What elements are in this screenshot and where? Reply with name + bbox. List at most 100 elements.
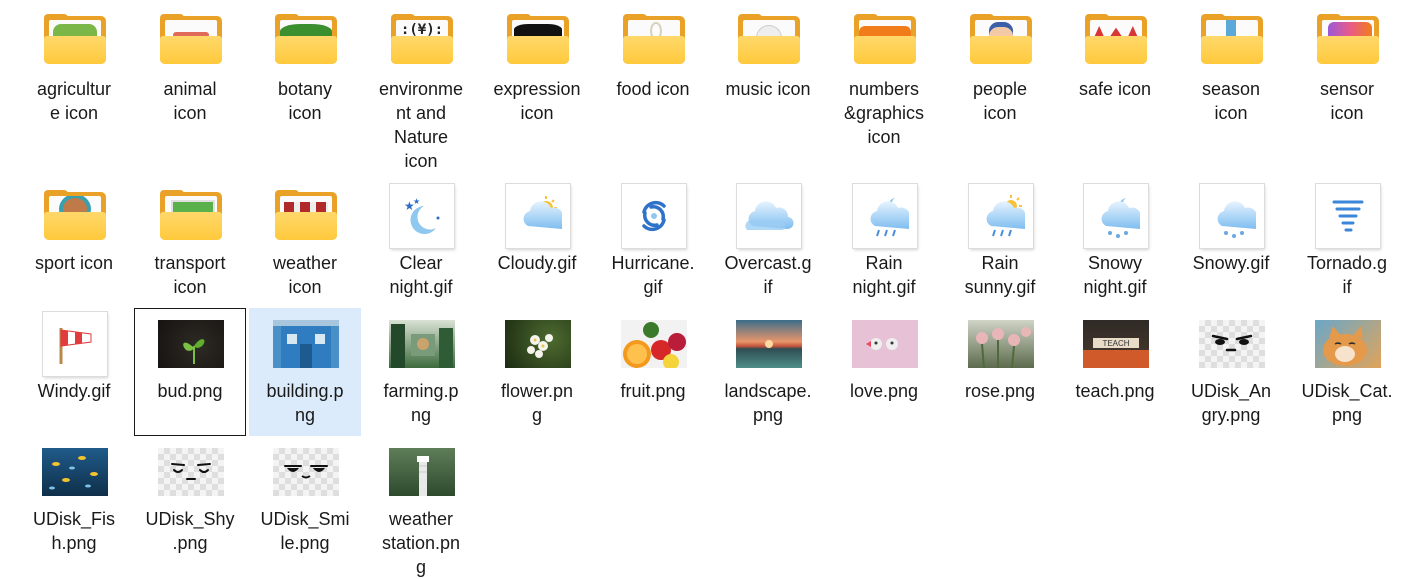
folder-icon: [1313, 7, 1383, 73]
file-item[interactable]: Snowy.gif: [1175, 180, 1287, 308]
cat-photo: [1313, 311, 1383, 377]
file-item[interactable]: landscape. png: [712, 308, 824, 436]
rain-sun-icon: [966, 183, 1036, 249]
file-label: landscape. png: [724, 381, 812, 425]
file-label: Rain sunny.gif: [964, 253, 1036, 297]
weather-station-photo: [387, 439, 457, 505]
file-item[interactable]: weather station.pn g: [365, 436, 477, 577]
file-item[interactable]: bud.png: [134, 308, 246, 436]
file-label: Tornado.g if: [1306, 253, 1388, 297]
file-item[interactable]: sport icon: [18, 180, 130, 308]
hurricane-icon: [619, 183, 689, 249]
file-item[interactable]: ★ ★ Clear night.gif: [365, 180, 477, 308]
file-item[interactable]: building.p ng: [249, 308, 361, 436]
folder-icon: [734, 7, 804, 73]
file-item[interactable]: Hurricane. gif: [597, 180, 709, 308]
file-item[interactable]: Snowy night.gif: [1059, 180, 1171, 308]
file-label: UDisk_Smi le.png: [260, 509, 350, 553]
snow-cloud-icon: [1197, 183, 1267, 249]
file-label: food icon: [616, 79, 690, 99]
file-label: love.png: [849, 381, 919, 401]
file-label: UDisk_An gry.png: [1190, 381, 1272, 425]
folder-icon: [156, 183, 226, 249]
file-label: botany icon: [277, 79, 333, 123]
file-label: music icon: [725, 79, 811, 99]
file-label: weather station.pn g: [381, 509, 461, 577]
folder-icon: [40, 183, 110, 249]
flower-photo: [503, 311, 573, 377]
file-item[interactable]: UDisk_Smi le.png: [249, 436, 361, 576]
file-item[interactable]: sensor icon: [1291, 2, 1403, 172]
folder-icon: [503, 7, 573, 73]
file-item[interactable]: music icon: [712, 2, 824, 172]
file-label: weather icon: [272, 253, 338, 297]
file-label: Snowy night.gif: [1083, 253, 1147, 297]
file-item[interactable]: Cloudy.gif: [481, 180, 593, 308]
file-item[interactable]: food icon: [597, 2, 709, 172]
file-item[interactable]: UDisk_Fis h.png: [18, 436, 130, 576]
file-item[interactable]: UDisk_Shy .png: [134, 436, 246, 576]
file-label: sport icon: [34, 253, 114, 273]
file-item[interactable]: flower.pn g: [481, 308, 593, 436]
file-item[interactable]: UDisk_Cat. png: [1291, 308, 1403, 436]
file-item[interactable]: fruit.png: [597, 308, 709, 436]
file-item[interactable]: transport icon: [134, 180, 246, 308]
file-item[interactable]: weather icon: [249, 180, 361, 308]
file-label: UDisk_Fis h.png: [32, 509, 115, 553]
folder-icon: [1197, 7, 1267, 73]
folder-icon: [619, 7, 689, 73]
tornado-icon: [1313, 183, 1383, 249]
file-item[interactable]: botany icon: [249, 2, 361, 172]
file-item[interactable]: people icon: [944, 2, 1056, 172]
file-item[interactable]: :(¥): environme nt and Nature icon: [365, 2, 477, 172]
folder-icon: [40, 7, 110, 73]
file-label: agricultur e icon: [36, 79, 112, 123]
file-label: Windy.gif: [37, 381, 111, 401]
fruit-photo: [619, 311, 689, 377]
file-label: Overcast.g if: [724, 253, 812, 297]
angry-face-photo: [1197, 311, 1267, 377]
file-label: Clear night.gif: [389, 253, 453, 297]
file-label: teach.png: [1075, 381, 1155, 401]
rose-photo: [966, 311, 1036, 377]
file-item[interactable]: TEACH teach.png: [1059, 308, 1171, 436]
teach-photo-text: TEACH: [1102, 339, 1129, 348]
file-item[interactable]: rose.png: [944, 308, 1056, 436]
file-label: Hurricane. gif: [611, 253, 695, 297]
file-item[interactable]: Overcast.g if: [712, 180, 824, 308]
file-label: UDisk_Cat. png: [1301, 381, 1393, 425]
file-item[interactable]: UDisk_An gry.png: [1175, 308, 1287, 436]
file-item[interactable]: Tornado.g if: [1291, 180, 1403, 308]
shy-face-photo: [156, 439, 226, 505]
file-label: flower.pn g: [500, 381, 574, 425]
file-label: Cloudy.gif: [497, 253, 577, 273]
file-label: Snowy.gif: [1192, 253, 1270, 273]
file-item[interactable]: safe icon: [1059, 2, 1171, 172]
svg-text:★: ★: [413, 197, 420, 206]
file-item[interactable]: Rain sunny.gif: [944, 180, 1056, 308]
file-item[interactable]: Windy.gif: [18, 308, 130, 436]
file-item[interactable]: animal icon: [134, 2, 246, 172]
moon-stars-icon: ★ ★: [387, 183, 457, 249]
folder-icon: :(¥):: [387, 7, 457, 73]
fish-photo: [40, 439, 110, 505]
file-item[interactable]: farming.p ng: [365, 308, 477, 436]
file-item[interactable]: love.png: [828, 308, 940, 436]
file-label: expression icon: [493, 79, 581, 123]
folder-icon: [156, 7, 226, 73]
windsock-icon: [40, 311, 110, 377]
bud-photo: [156, 311, 226, 377]
file-label: animal icon: [163, 79, 217, 123]
folder-icon: [966, 7, 1036, 73]
file-item[interactable]: numbers &graphics icon: [828, 2, 940, 172]
file-item[interactable]: agricultur e icon: [18, 2, 130, 172]
cloud-icon: [734, 183, 804, 249]
folder-icon: [1081, 7, 1151, 73]
file-item[interactable]: expression icon: [481, 2, 593, 172]
love-photo: [850, 311, 920, 377]
file-label: sensor icon: [1319, 79, 1375, 123]
file-item[interactable]: Rain night.gif: [828, 180, 940, 308]
teach-photo: TEACH: [1081, 311, 1151, 377]
folder-icon: [271, 7, 341, 73]
file-item[interactable]: season icon: [1175, 2, 1287, 172]
